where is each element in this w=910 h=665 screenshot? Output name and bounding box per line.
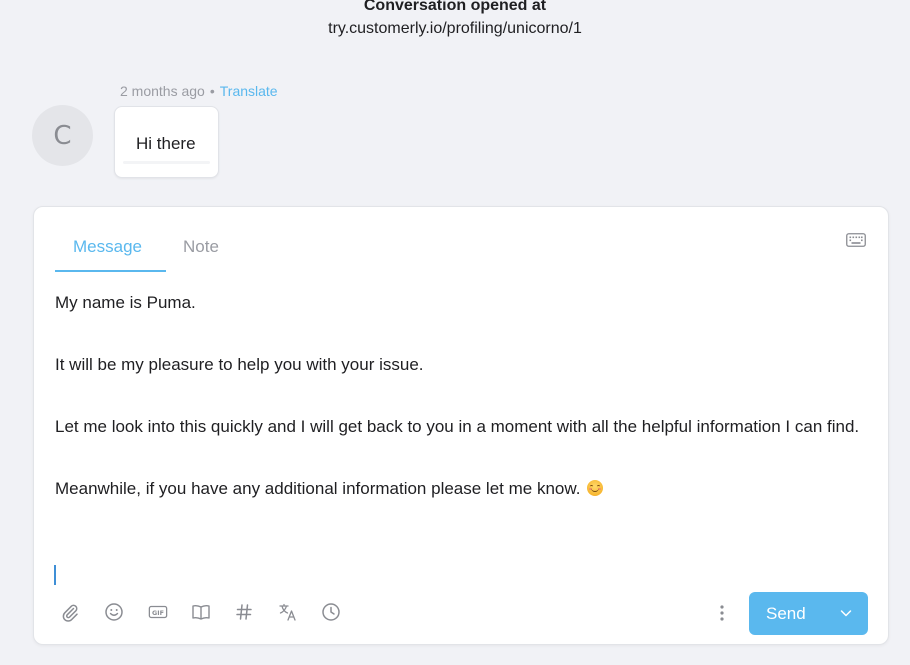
- tab-note[interactable]: Note: [183, 237, 219, 257]
- bubble-divider: [123, 161, 210, 164]
- message-bubble: Hi there: [114, 106, 219, 178]
- message-meta: 2 months ago • Translate: [120, 82, 278, 100]
- conversation-opened-title: Conversation opened at: [363, 0, 547, 14]
- chevron-down-icon[interactable]: [840, 608, 852, 618]
- editor-line: Let me look into this quickly and I will…: [55, 417, 860, 436]
- avatar: C: [32, 105, 93, 166]
- more-options-icon[interactable]: [718, 603, 726, 623]
- gif-icon[interactable]: GIF: [147, 601, 169, 623]
- active-tab-indicator: [55, 270, 166, 272]
- editor-line-text: Meanwhile, if you have any additional in…: [55, 479, 581, 498]
- message-timestamp: 2 months ago: [120, 83, 205, 99]
- schedule-icon[interactable]: [320, 601, 342, 623]
- editor-line: It will be my pleasure to help you with …: [55, 355, 424, 374]
- message-text: Hi there: [136, 134, 196, 153]
- editor-line: Meanwhile, if you have any additional in…: [55, 473, 865, 504]
- message-editor[interactable]: My name is Puma. It will be my pleasure …: [55, 287, 865, 504]
- meta-separator: •: [209, 83, 215, 99]
- conversation-opened-url: try.customerly.io/profiling/unicorno/1: [328, 20, 582, 37]
- avatar-initial: C: [53, 120, 72, 151]
- translate-link[interactable]: Translate: [220, 83, 278, 99]
- tab-message[interactable]: Message: [73, 237, 142, 257]
- editor-line: My name is Puma.: [55, 293, 196, 312]
- text-cursor: [54, 565, 56, 585]
- send-button-label: Send: [766, 604, 806, 623]
- send-button[interactable]: Send: [749, 592, 868, 635]
- keyboard-icon[interactable]: [846, 233, 866, 247]
- attachment-icon[interactable]: [59, 601, 81, 623]
- conversation-view: Conversation opened at try.customerly.io…: [0, 0, 910, 665]
- hashtag-icon[interactable]: [233, 601, 255, 623]
- reply-composer: Message Note My name is Puma. It will be…: [33, 206, 889, 645]
- emoji-icon[interactable]: [103, 601, 125, 623]
- translate-icon[interactable]: [277, 601, 299, 623]
- knowledge-base-icon[interactable]: [190, 601, 212, 623]
- gif-icon-label: GIF: [152, 610, 164, 617]
- smiling-face-emoji: [587, 480, 604, 496]
